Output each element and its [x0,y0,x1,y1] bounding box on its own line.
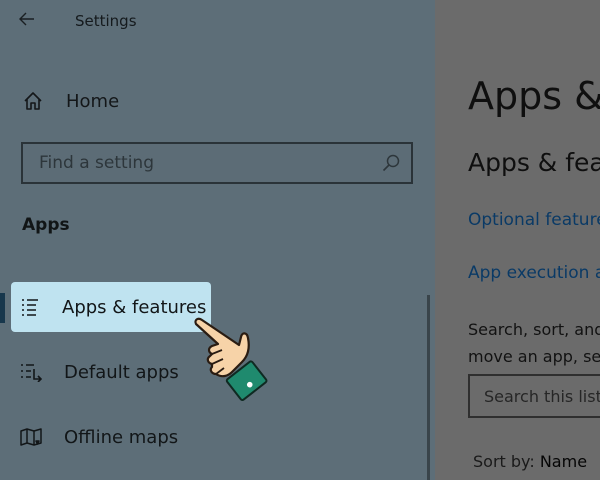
search-list-input[interactable] [470,376,600,416]
default-apps-icon [21,364,42,382]
sidebar-item-offline-maps[interactable]: Offline maps [20,421,178,453]
sidebar-item-label: Default apps [64,361,179,383]
description-line: move an app, select it from the list. [468,347,600,366]
sort-by-control[interactable]: Sort by: Name [473,452,587,471]
sort-by-label: Sort by: [473,452,535,471]
home-label: Home [66,90,120,112]
sidebar-item-label: Apps & features [62,296,207,318]
sidebar-item-home[interactable]: Home [22,86,119,116]
home-icon [24,92,42,110]
description-line: Search, sort, and filter by drive. If yo… [468,320,600,339]
apps-description: Search, sort, and filter by drive. If yo… [468,316,600,370]
app-execution-aliases-link[interactable]: App execution aliases [468,263,600,283]
section-title: Apps & features [468,148,600,177]
search-icon[interactable] [381,153,401,173]
content-pane: Apps & features Apps & features Optional… [435,0,600,480]
window-title: Settings [75,12,137,30]
sort-by-value[interactable]: Name [540,452,587,471]
back-button[interactable] [14,6,40,32]
page-title: Apps & features [468,74,600,118]
pointing-hand-icon [194,317,268,401]
selection-indicator [0,293,5,323]
offline-maps-icon [20,428,42,446]
section-heading-apps: Apps [22,215,70,235]
apps-features-icon [22,299,38,316]
settings-sidebar: Settings Home Apps Apps & features [0,0,435,480]
sidebar-item-apps-features[interactable]: Apps & features [20,291,206,323]
sidebar-item-default-apps[interactable]: Default apps [20,356,179,388]
optional-features-link[interactable]: Optional features [468,210,600,230]
sidebar-scrollbar[interactable] [427,295,430,480]
find-setting-search[interactable] [21,142,413,184]
sidebar-item-label: Offline maps [64,426,179,448]
find-setting-input[interactable] [23,144,411,182]
search-list-box[interactable] [468,374,600,418]
back-arrow-icon [19,12,34,26]
